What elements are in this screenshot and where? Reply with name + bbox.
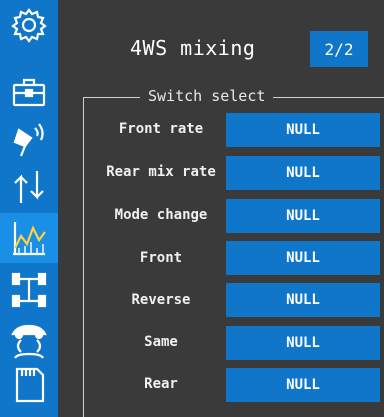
same-switch-button[interactable]: NULL — [226, 326, 380, 360]
transmitter-icon[interactable] — [0, 115, 58, 165]
gear-icon[interactable] — [0, 0, 58, 50]
rear-mix-rate-switch-button[interactable]: NULL — [226, 156, 380, 190]
sd-card-icon[interactable] — [0, 360, 58, 410]
sidebar — [0, 0, 58, 417]
row-label-front: Front — [139, 250, 183, 266]
car-chassis-icon[interactable] — [0, 265, 58, 315]
front-switch-button[interactable]: NULL — [226, 241, 380, 275]
row-label-front-rate: Front rate — [118, 121, 204, 137]
rear-switch-button[interactable]: NULL — [226, 368, 380, 402]
group-legend: Switch select — [140, 87, 274, 105]
row-label-rear: Rear — [144, 376, 178, 392]
reverse-switch-button[interactable]: NULL — [226, 283, 380, 317]
row-label-rear-mix-rate: Rear mix rate — [106, 164, 216, 180]
front-rate-switch-button[interactable]: NULL — [226, 113, 380, 147]
row-label-same: Same — [144, 334, 178, 350]
up-down-arrows-icon[interactable] — [0, 162, 58, 212]
page-title: 4WS mixing — [130, 36, 256, 60]
row-label-mode-change: Mode change — [114, 207, 208, 223]
row-label-reverse: Reverse — [131, 292, 191, 308]
car-swap-icon[interactable] — [0, 315, 58, 365]
page-indicator-button[interactable]: 2/2 — [310, 31, 368, 67]
mode-change-switch-button[interactable]: NULL — [226, 199, 380, 233]
toolbox-icon[interactable] — [0, 68, 58, 118]
chart-icon[interactable] — [0, 213, 58, 263]
